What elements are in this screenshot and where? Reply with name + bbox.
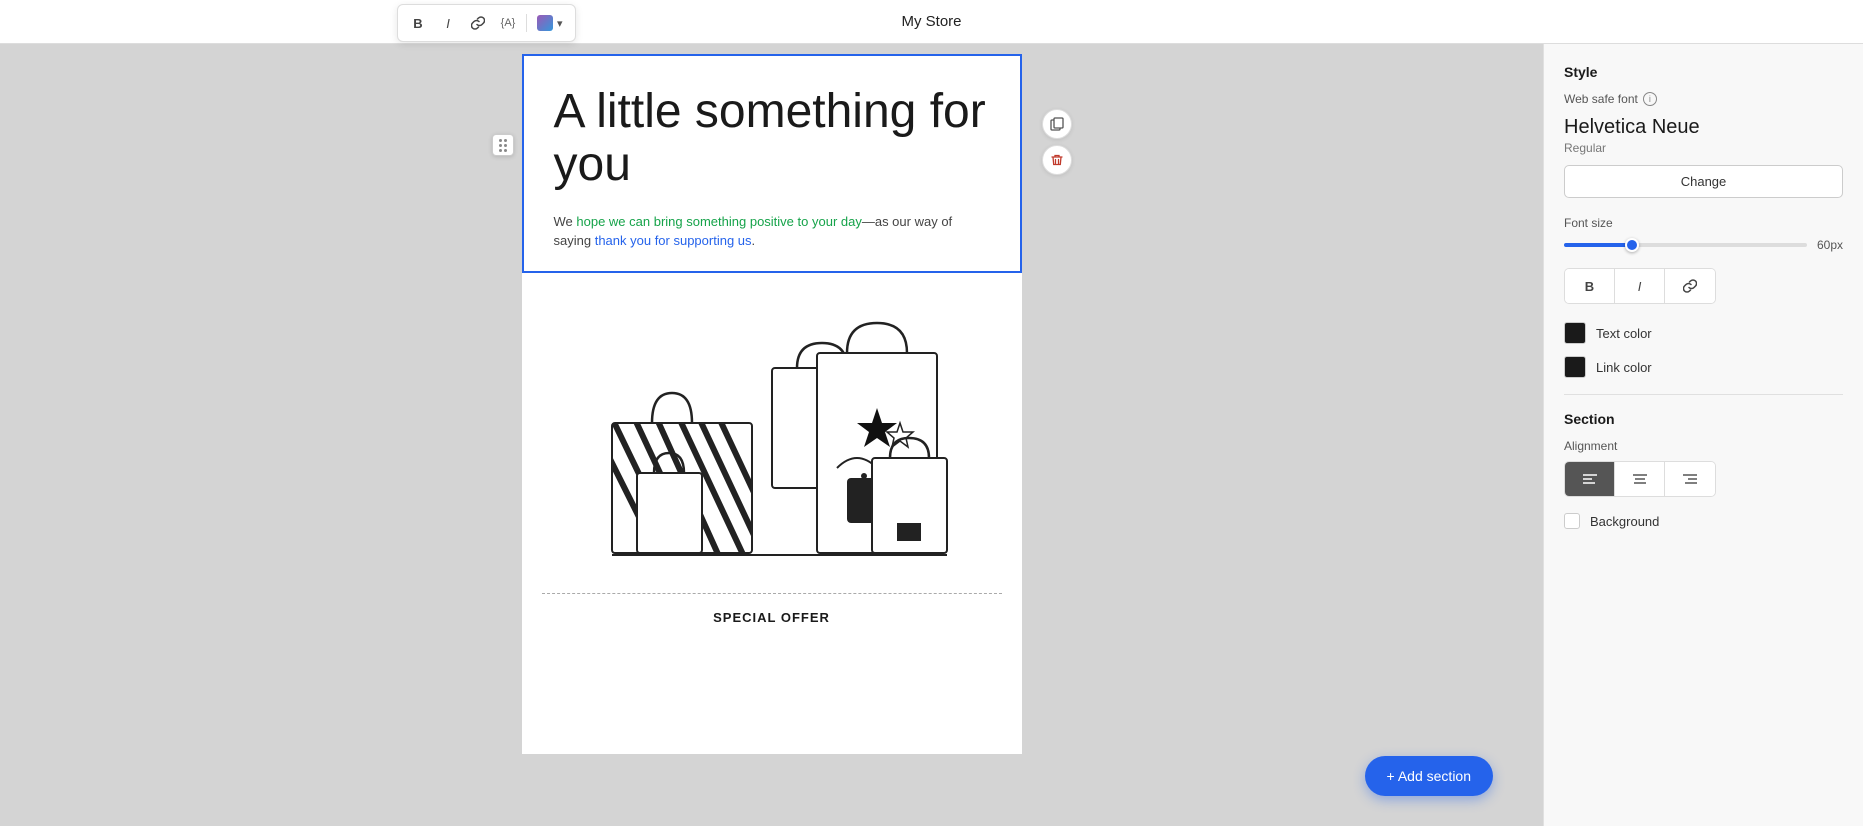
editor-toolbar: B I {A} ▾	[397, 4, 576, 42]
align-left-button[interactable]	[1565, 462, 1615, 496]
info-icon[interactable]: i	[1643, 92, 1657, 106]
add-section-label: + Add section	[1387, 768, 1471, 784]
web-safe-font-label: Web safe font	[1564, 92, 1638, 106]
highlight-hope: hope we can bring something positive to …	[576, 214, 861, 229]
style-title: Style	[1564, 64, 1843, 80]
top-bar: My Store	[0, 0, 1863, 44]
drag-dot	[499, 149, 502, 152]
bold-button[interactable]: B	[404, 9, 432, 37]
link-color-row: Link color	[1564, 356, 1843, 378]
align-right-button[interactable]	[1665, 462, 1715, 496]
font-size-label: Font size	[1564, 216, 1843, 230]
add-section-button[interactable]: + Add section	[1365, 756, 1493, 796]
special-offer-text: SPECIAL OFFER	[713, 610, 830, 625]
alignment-label: Alignment	[1564, 439, 1843, 453]
headline-text[interactable]: A little something for you	[554, 86, 990, 192]
section-panel-title: Section	[1564, 411, 1843, 427]
main-area: A little something for you We hope we ca…	[0, 44, 1863, 826]
font-name: Helvetica Neue	[1564, 116, 1843, 139]
section-actions	[1042, 109, 1072, 175]
font-size-slider[interactable]	[1564, 243, 1807, 247]
canvas-area: A little something for you We hope we ca…	[0, 44, 1543, 826]
duplicate-button[interactable]	[1042, 109, 1072, 139]
drag-dot	[504, 149, 507, 152]
drag-dots	[499, 139, 507, 152]
drag-dot	[504, 144, 507, 147]
highlight-thankyou: thank you for supporting us	[595, 233, 752, 248]
ai-chevron: ▾	[557, 17, 563, 30]
text-section[interactable]: A little something for you We hope we ca…	[522, 54, 1022, 273]
special-offer-section: SPECIAL OFFER	[522, 594, 1022, 637]
background-toggle[interactable]	[1564, 513, 1580, 529]
format-italic-button[interactable]: I	[1615, 269, 1665, 303]
format-buttons: B I	[1564, 268, 1716, 304]
canvas-wrapper: A little something for you We hope we ca…	[522, 54, 1022, 754]
font-size-value: 60px	[1817, 238, 1843, 252]
email-page: A little something for you We hope we ca…	[522, 54, 1022, 754]
toolbar-divider	[526, 14, 527, 32]
text-color-row: Text color	[1564, 322, 1843, 344]
image-section	[522, 273, 1022, 593]
link-color-swatch[interactable]	[1564, 356, 1586, 378]
alignment-buttons	[1564, 461, 1716, 497]
shopping-bags-illustration	[582, 293, 962, 573]
text-color-label: Text color	[1596, 326, 1652, 341]
ai-button[interactable]: ▾	[531, 15, 569, 31]
drag-handle[interactable]	[492, 134, 514, 156]
web-safe-font-row: Web safe font i	[1564, 92, 1843, 106]
page-title: My Store	[901, 13, 961, 30]
drag-dot	[504, 139, 507, 142]
drag-dot	[499, 144, 502, 147]
text-color-swatch[interactable]	[1564, 322, 1586, 344]
drag-dot	[499, 139, 502, 142]
format-link-button[interactable]	[1665, 269, 1715, 303]
font-size-row: 60px	[1564, 238, 1843, 252]
link-button[interactable]	[464, 9, 492, 37]
align-center-button[interactable]	[1615, 462, 1665, 496]
format-bold-button[interactable]: B	[1565, 269, 1615, 303]
ai-icon	[537, 15, 553, 31]
background-row: Background	[1564, 513, 1843, 529]
right-panel: Style Web safe font i Helvetica Neue Reg…	[1543, 44, 1863, 826]
font-style: Regular	[1564, 141, 1843, 155]
body-text: We hope we can bring something positive …	[554, 212, 990, 251]
delete-button[interactable]	[1042, 145, 1072, 175]
panel-divider	[1564, 394, 1843, 395]
italic-button[interactable]: I	[434, 9, 462, 37]
variable-button[interactable]: {A}	[494, 9, 522, 37]
change-font-button[interactable]: Change	[1564, 165, 1843, 198]
background-label: Background	[1590, 514, 1659, 529]
link-color-label: Link color	[1596, 360, 1652, 375]
slider-thumb	[1625, 238, 1639, 252]
